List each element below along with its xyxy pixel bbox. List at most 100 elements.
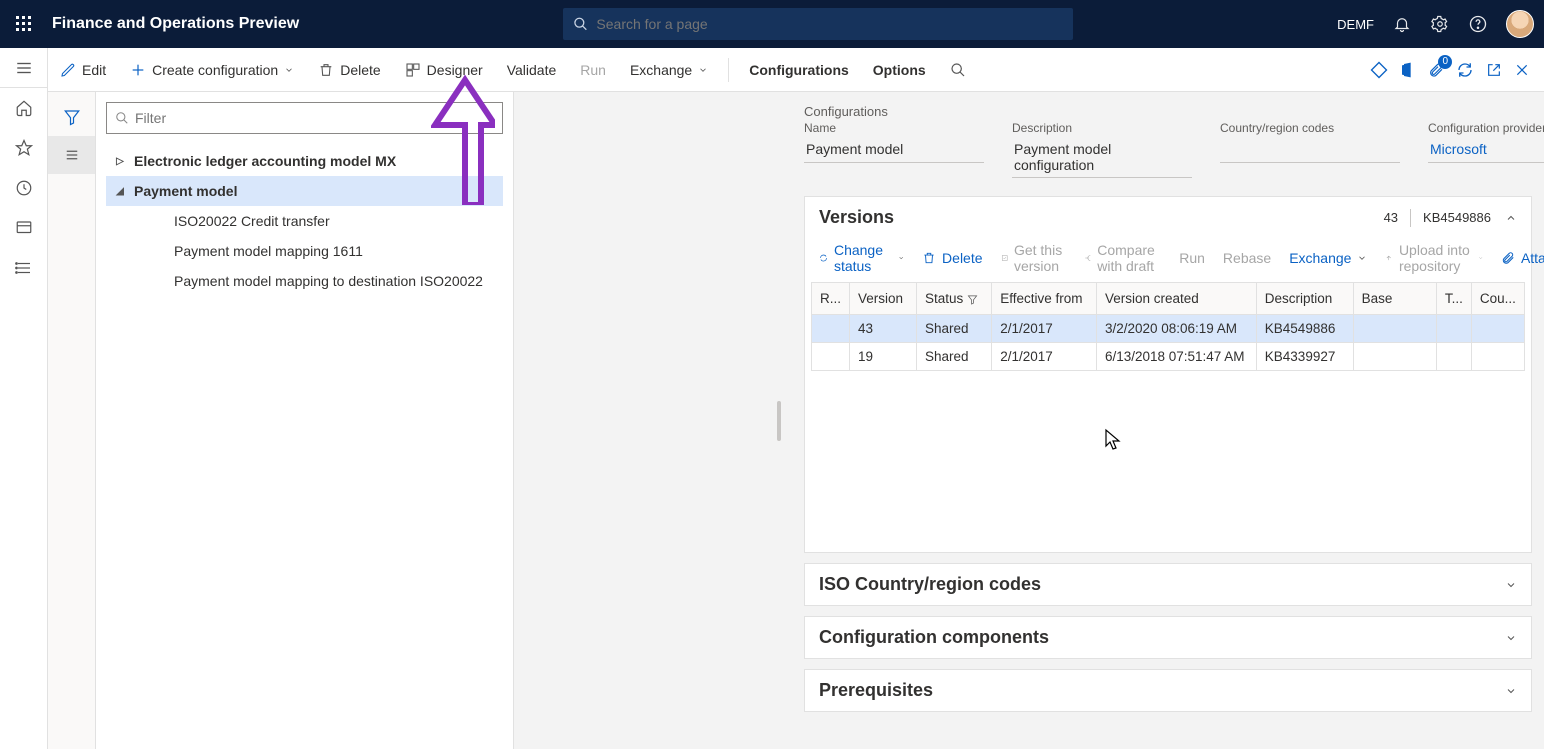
tree-item[interactable]: Payment model mapping 1611: [106, 236, 503, 266]
hamburger-icon[interactable]: [0, 48, 48, 88]
workspaces-icon[interactable]: [0, 208, 48, 248]
user-avatar[interactable]: [1506, 10, 1534, 38]
versions-header[interactable]: Versions 43 KB4549886: [805, 197, 1531, 238]
chevron-down-icon: [1505, 632, 1517, 644]
home-icon[interactable]: [0, 88, 48, 128]
edit-button[interactable]: Edit: [56, 58, 110, 82]
refresh-icon[interactable]: [1456, 61, 1474, 79]
tree-item[interactable]: Payment model mapping to destination ISO…: [106, 266, 503, 296]
versions-grid[interactable]: R...VersionStatus Effective fromVersion …: [811, 282, 1525, 371]
grid-column-header[interactable]: Status: [916, 283, 991, 315]
grid-cell[interactable]: [1353, 343, 1436, 371]
grid-column-header[interactable]: R...: [812, 283, 850, 315]
description-field-value[interactable]: Payment model configuration: [1012, 137, 1192, 178]
close-icon[interactable]: [1514, 62, 1530, 78]
prerequisites-header[interactable]: Prerequisites: [805, 670, 1531, 711]
validate-button[interactable]: Validate: [503, 58, 561, 82]
app-title: Finance and Operations Preview: [52, 15, 299, 33]
grid-column-header[interactable]: Description: [1256, 283, 1353, 315]
tree-filter-icon[interactable]: [48, 98, 95, 136]
grid-cell[interactable]: 43: [850, 315, 917, 343]
versions-run-button: Run: [1179, 250, 1205, 266]
grid-cell[interactable]: Shared: [916, 315, 991, 343]
grid-column-header[interactable]: Version: [850, 283, 917, 315]
tree-expander-icon[interactable]: ▷: [112, 156, 128, 167]
help-icon[interactable]: [1468, 14, 1488, 34]
toolbar-search-icon[interactable]: [946, 58, 970, 82]
components-header[interactable]: Configuration components: [805, 617, 1531, 658]
options-tab[interactable]: Options: [869, 58, 930, 82]
grid-cell[interactable]: 6/13/2018 07:51:47 AM: [1096, 343, 1256, 371]
grid-cell[interactable]: 19: [850, 343, 917, 371]
company-code[interactable]: DEMF: [1337, 17, 1374, 32]
global-search-input[interactable]: [596, 16, 1063, 32]
grid-cell[interactable]: [1436, 315, 1471, 343]
iso-codes-header[interactable]: ISO Country/region codes: [805, 564, 1531, 605]
global-search[interactable]: [563, 8, 1073, 40]
grid-cell[interactable]: [1353, 315, 1436, 343]
table-row[interactable]: 43Shared2/1/20173/2/2020 08:06:19 AMKB45…: [812, 315, 1525, 343]
compare-button: Compare with draft: [1084, 242, 1162, 274]
grid-cell[interactable]: [1436, 343, 1471, 371]
grid-cell[interactable]: KB4549886: [1256, 315, 1353, 343]
action-toolbar: Edit Create configuration Delete Designe…: [48, 48, 1544, 92]
region-field-value[interactable]: [1220, 137, 1400, 163]
attachments-icon[interactable]: 0: [1428, 61, 1444, 79]
grid-column-header[interactable]: T...: [1436, 283, 1471, 315]
tree-filter-field[interactable]: [135, 110, 494, 126]
grid-column-header[interactable]: Version created: [1096, 283, 1256, 315]
grid-cell[interactable]: Shared: [916, 343, 991, 371]
related-links-icon[interactable]: [1370, 61, 1388, 79]
designer-button[interactable]: Designer: [401, 58, 487, 82]
change-status-button[interactable]: Change status: [819, 242, 904, 274]
modules-icon[interactable]: [0, 248, 48, 288]
grid-column-header[interactable]: Base: [1353, 283, 1436, 315]
versions-exchange-button[interactable]: Exchange: [1289, 250, 1367, 266]
iso-codes-title: ISO Country/region codes: [819, 574, 1041, 595]
edit-label: Edit: [82, 62, 106, 78]
versions-attachments-button[interactable]: Attachments: [1501, 250, 1544, 266]
grid-cell[interactable]: [1471, 315, 1524, 343]
grid-column-header[interactable]: Effective from: [992, 283, 1097, 315]
provider-field-value[interactable]: Microsoft: [1428, 137, 1544, 163]
grid-column-header[interactable]: Cou...: [1471, 283, 1524, 315]
favorites-icon[interactable]: [0, 128, 48, 168]
grid-cell[interactable]: 2/1/2017: [992, 315, 1097, 343]
configurations-tab[interactable]: Configurations: [745, 58, 853, 82]
grid-cell[interactable]: 2/1/2017: [992, 343, 1097, 371]
tree-filter-input[interactable]: [106, 102, 503, 134]
delete-button[interactable]: Delete: [314, 58, 384, 82]
configurations-tree-panel: ▷Electronic ledger accounting model MX◢P…: [96, 92, 514, 749]
versions-card: Versions 43 KB4549886: [804, 196, 1532, 553]
grid-cell[interactable]: [812, 315, 850, 343]
tree-item[interactable]: ISO20022 Credit transfer: [106, 206, 503, 236]
versions-delete-button[interactable]: Delete: [922, 250, 982, 266]
get-version-button: Get this version: [1001, 242, 1066, 274]
recent-icon[interactable]: [0, 168, 48, 208]
attachments-badge: 0: [1438, 55, 1452, 69]
grid-cell[interactable]: [1471, 343, 1524, 371]
upload-button: Upload into repository: [1385, 242, 1482, 274]
grid-cell[interactable]: [812, 343, 850, 371]
office-icon[interactable]: [1400, 61, 1416, 79]
run-button: Run: [576, 58, 610, 82]
table-row[interactable]: 19Shared2/1/20176/13/2018 07:51:47 AMKB4…: [812, 343, 1525, 371]
waffle-icon[interactable]: [10, 10, 38, 38]
grid-cell[interactable]: KB4339927: [1256, 343, 1353, 371]
create-configuration-button[interactable]: Create configuration: [126, 58, 298, 82]
gear-icon[interactable]: [1430, 14, 1450, 34]
tree-expander-icon[interactable]: ◢: [112, 186, 128, 197]
popout-icon[interactable]: [1486, 62, 1502, 78]
grid-cell[interactable]: 3/2/2020 08:06:19 AM: [1096, 315, 1256, 343]
chevron-down-icon: [1505, 579, 1517, 591]
prerequisites-title: Prerequisites: [819, 680, 933, 701]
tree-item[interactable]: ◢Payment model: [106, 176, 503, 206]
tree-item[interactable]: ▷Electronic ledger accounting model MX: [106, 146, 503, 176]
configurations-section-label: Configurations: [804, 104, 1532, 119]
delete-label: Delete: [340, 62, 380, 78]
exchange-button[interactable]: Exchange: [626, 58, 712, 82]
tree-list-icon[interactable]: [48, 136, 95, 174]
bell-icon[interactable]: [1392, 14, 1412, 34]
name-field-value[interactable]: Payment model: [804, 137, 984, 163]
components-title: Configuration components: [819, 627, 1049, 648]
